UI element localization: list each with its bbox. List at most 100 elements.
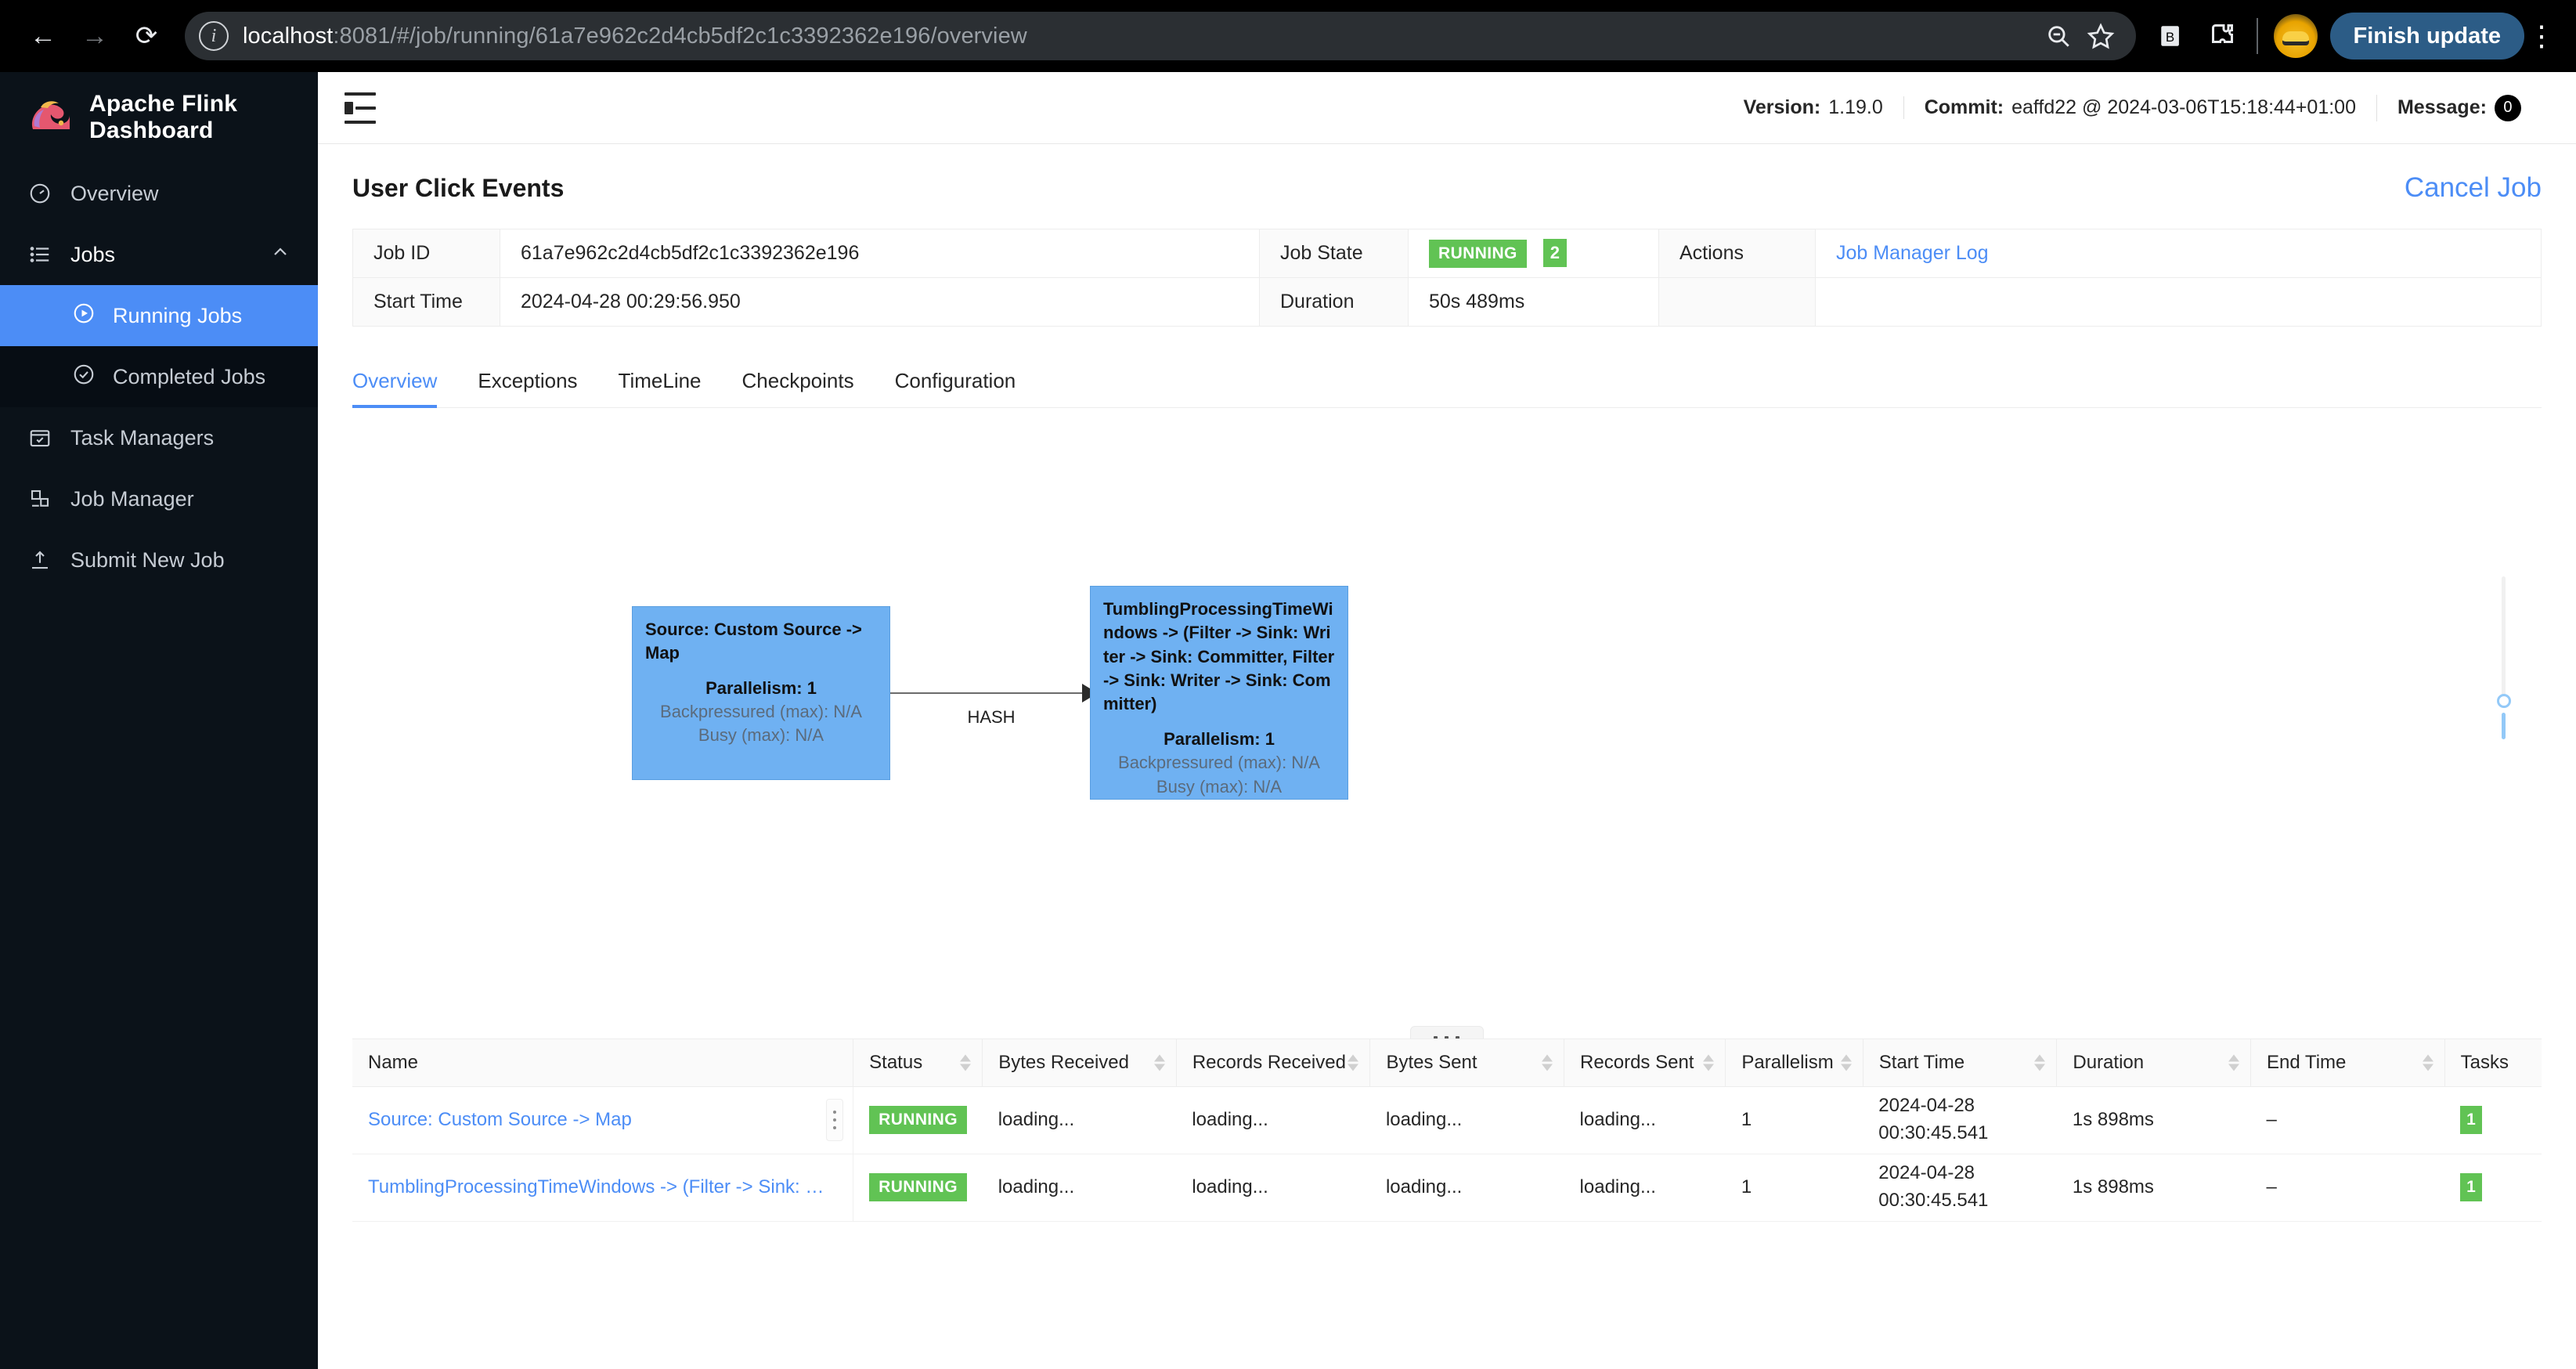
tab-exceptions[interactable]: Exceptions — [457, 352, 597, 407]
graph-node-name: TumblingProcessingTimeWindows -> (Filter… — [1103, 598, 1335, 717]
column-header-records-sent[interactable]: Records Sent — [1564, 1039, 1726, 1086]
job-manager-log-link[interactable]: Job Manager Log — [1836, 242, 1989, 264]
sort-arrows-icon[interactable] — [1542, 1054, 1553, 1071]
column-header-label: Duration — [2073, 1052, 2144, 1073]
brand-title: Apache Flink Dashboard — [89, 91, 318, 144]
sidebar: Apache Flink Dashboard Overview Jobs Run… — [0, 72, 318, 1369]
version-info: Version: 1.19.0 — [1723, 96, 1903, 119]
vertex-tasks: 1 — [2444, 1086, 2542, 1154]
star-icon[interactable] — [2080, 15, 2122, 57]
row-menu-icon[interactable] — [826, 1099, 843, 1141]
graph-node-source[interactable]: Source: Custom Source -> Map Parallelism… — [632, 606, 890, 780]
message-info[interactable]: Message: 0 — [2376, 95, 2542, 121]
sort-arrows-icon[interactable] — [2423, 1054, 2433, 1071]
flink-squirrel-logo-icon — [27, 98, 74, 137]
sort-arrows-icon[interactable] — [2034, 1054, 2045, 1071]
column-header-bytes-sent[interactable]: Bytes Sent — [1370, 1039, 1564, 1086]
menu-fold-icon[interactable] — [345, 92, 376, 124]
extensions-puzzle-icon[interactable] — [2199, 13, 2244, 59]
column-header-tasks: Tasks — [2444, 1039, 2542, 1086]
vertex-records-received: loading... — [1176, 1154, 1370, 1221]
play-circle-icon — [72, 302, 96, 331]
sidebar-item-label: Job Manager — [70, 487, 194, 511]
url-host: localhost — [243, 23, 333, 49]
vertex-records-sent: loading... — [1564, 1086, 1726, 1154]
page-title: User Click Events — [352, 174, 564, 203]
table-row: Job ID 61a7e962c2d4cb5df2c1c3392362e196 … — [353, 229, 2542, 278]
column-header-label: Records Sent — [1580, 1052, 1694, 1073]
back-arrow-icon[interactable]: ← — [17, 10, 69, 62]
slider-thumb[interactable] — [2497, 694, 2511, 708]
vertex-end-time: – — [2250, 1086, 2444, 1154]
url-path: :8081/#/job/running/61a7e962c2d4cb5df2c1… — [333, 23, 1026, 49]
cancel-job-button[interactable]: Cancel Job — [2405, 172, 2542, 204]
reading-list-icon[interactable]: B — [2148, 13, 2194, 59]
forward-arrow-icon[interactable]: → — [69, 10, 121, 62]
table-row[interactable]: Source: Custom Source -> Map RUNNING loa… — [352, 1086, 2542, 1154]
table-row[interactable]: TumblingProcessingTimeWindows -> (Filter… — [352, 1154, 2542, 1221]
vertex-start-date: 2024-04-28 — [1878, 1160, 2041, 1187]
brand-header: Apache Flink Dashboard — [0, 72, 318, 163]
profile-avatar-icon[interactable] — [2274, 14, 2318, 58]
dashboard-gauge-icon — [27, 180, 53, 207]
tab-timeline[interactable]: TimeLine — [598, 352, 722, 407]
address-bar[interactable]: i localhost:8081/#/job/running/61a7e962c… — [185, 12, 2136, 60]
tab-checkpoints[interactable]: Checkpoints — [722, 352, 875, 407]
column-header-label: Records Received — [1192, 1052, 1346, 1073]
sidebar-item-label: Running Jobs — [113, 304, 242, 328]
status-badge: RUNNING — [869, 1173, 967, 1201]
sort-arrows-icon[interactable] — [2228, 1054, 2239, 1071]
sidebar-item-label: Task Managers — [70, 426, 214, 450]
zoom-out-icon[interactable] — [2037, 15, 2080, 57]
vertices-table: Name Status Bytes Received Records Recei… — [352, 1039, 2542, 1222]
sort-arrows-icon[interactable] — [1348, 1054, 1358, 1071]
vertex-records-sent: loading... — [1564, 1154, 1726, 1221]
reload-icon[interactable]: ⟳ — [121, 10, 172, 62]
sidebar-item-job-manager[interactable]: Job Manager — [0, 468, 318, 529]
sidebar-item-task-managers[interactable]: Task Managers — [0, 407, 318, 468]
tab-overview[interactable]: Overview — [352, 352, 457, 407]
column-header-duration[interactable]: Duration — [2057, 1039, 2251, 1086]
sidebar-item-submit-new-job[interactable]: Submit New Job — [0, 529, 318, 591]
check-circle-icon — [72, 363, 96, 392]
column-header-status[interactable]: Status — [853, 1039, 983, 1086]
commit-info: Commit: eaffd22 @ 2024-03-06T15:18:44+01… — [1903, 96, 2376, 119]
column-header-parallelism[interactable]: Parallelism — [1726, 1039, 1863, 1086]
job-manager-icon — [27, 486, 53, 512]
kebab-menu-icon[interactable]: ⋮ — [2524, 20, 2559, 52]
column-header-start-time[interactable]: Start Time — [1863, 1039, 2057, 1086]
sidebar-item-jobs[interactable]: Jobs — [0, 224, 318, 285]
sidebar-item-running-jobs[interactable]: Running Jobs — [0, 285, 318, 346]
slider-fill — [2502, 713, 2506, 739]
vertex-start-date: 2024-04-28 — [1878, 1093, 2041, 1120]
finish-update-button[interactable]: Finish update — [2330, 13, 2525, 60]
tab-configuration[interactable]: Configuration — [875, 352, 1037, 407]
graph-node-window-sink[interactable]: TumblingProcessingTimeWindows -> (Filter… — [1090, 586, 1348, 800]
graph-zoom-slider[interactable] — [2493, 576, 2513, 725]
sort-arrows-icon[interactable] — [1841, 1054, 1852, 1071]
column-header-end-time[interactable]: End Time — [2250, 1039, 2444, 1086]
sort-arrows-icon[interactable] — [1703, 1054, 1714, 1071]
column-header-label: Status — [869, 1052, 922, 1073]
column-header-records-received[interactable]: Records Received — [1176, 1039, 1370, 1086]
column-header-bytes-received[interactable]: Bytes Received — [983, 1039, 1177, 1086]
actions-label: Actions — [1659, 229, 1816, 278]
sidebar-item-label: Overview — [70, 182, 159, 206]
chevron-up-icon[interactable] — [271, 243, 290, 267]
pane-resize-handle[interactable] — [1410, 1026, 1484, 1039]
vertex-name-link[interactable]: TumblingProcessingTimeWindows -> (Filter… — [368, 1176, 837, 1198]
sidebar-item-completed-jobs[interactable]: Completed Jobs — [0, 346, 318, 407]
job-graph-pane[interactable]: Source: Custom Source -> Map Parallelism… — [352, 408, 2542, 1039]
graph-node-busy: Busy (max): N/A — [645, 724, 877, 747]
duration-label: Duration — [1260, 278, 1409, 327]
sort-arrows-icon[interactable] — [1154, 1054, 1165, 1071]
job-state-value: RUNNING 2 — [1409, 229, 1659, 278]
vertex-bytes-sent: loading... — [1370, 1086, 1564, 1154]
job-overview-page: User Click Events Cancel Job Job ID 61a7… — [318, 144, 2576, 1369]
vertex-name-link[interactable]: Source: Custom Source -> Map — [368, 1109, 837, 1131]
graph-edge-line — [890, 692, 1092, 694]
sort-arrows-icon[interactable] — [960, 1054, 971, 1071]
sidebar-item-overview[interactable]: Overview — [0, 163, 318, 224]
vertex-bytes-received: loading... — [983, 1154, 1177, 1221]
site-info-icon[interactable]: i — [199, 21, 229, 51]
